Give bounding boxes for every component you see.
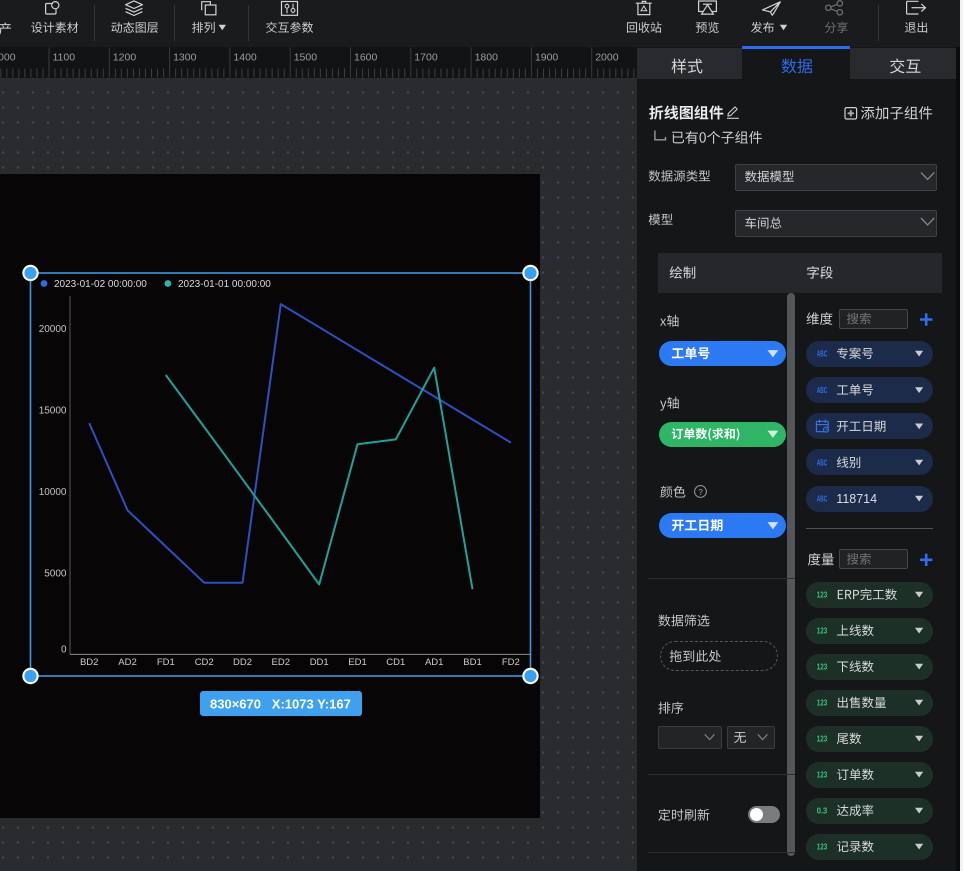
svg-text:AD2: AD2: [118, 657, 136, 668]
svg-text:123: 123: [817, 698, 828, 708]
svg-text:2023-01-01 00:00:00: 2023-01-01 00:00:00: [178, 279, 271, 290]
svg-text:?: ?: [698, 487, 703, 497]
svg-text:123: 123: [817, 626, 828, 636]
svg-text:1000: 1000: [0, 52, 16, 64]
svg-text:AD1: AD1: [425, 657, 443, 668]
svg-text:1600: 1600: [354, 52, 378, 64]
svg-text:1200: 1200: [113, 52, 137, 64]
svg-text:ABC: ABC: [817, 385, 828, 395]
svg-text:CD1: CD1: [386, 657, 405, 668]
svg-text:ABC: ABC: [817, 457, 828, 467]
svg-text:BD2: BD2: [80, 657, 98, 668]
svg-text:2000: 2000: [595, 52, 619, 64]
svg-text:ABC: ABC: [817, 494, 828, 504]
svg-text:1700: 1700: [414, 52, 438, 64]
svg-text:15000: 15000: [39, 406, 67, 417]
svg-text:1800: 1800: [475, 52, 499, 64]
svg-text:CD2: CD2: [195, 657, 214, 668]
svg-text:1100: 1100: [53, 52, 76, 64]
svg-text:1500: 1500: [294, 52, 318, 64]
svg-text:123: 123: [817, 662, 828, 672]
svg-text:20000: 20000: [39, 324, 67, 335]
svg-text:2023-01-02 00:00:00: 2023-01-02 00:00:00: [54, 279, 147, 290]
svg-text:ED1: ED1: [348, 657, 366, 668]
svg-text:1300: 1300: [173, 52, 197, 64]
svg-text:123: 123: [817, 590, 828, 600]
svg-text:DD2: DD2: [233, 657, 252, 668]
svg-text:BD1: BD1: [463, 657, 481, 668]
svg-text:118714: 118714: [836, 492, 877, 506]
svg-text:830×670 X:1073 Y:167: 830×670 X:1073 Y:167: [210, 696, 351, 711]
svg-text:0.3: 0.3: [817, 806, 828, 816]
svg-text:123: 123: [817, 734, 828, 744]
svg-text:ED2: ED2: [272, 657, 290, 668]
svg-text:10000: 10000: [39, 487, 67, 498]
svg-text:1900: 1900: [535, 52, 559, 64]
svg-text:123: 123: [817, 842, 828, 852]
svg-text:5000: 5000: [44, 569, 67, 580]
svg-text:1400: 1400: [233, 52, 257, 64]
svg-text:FD1: FD1: [157, 657, 175, 668]
svg-text:123: 123: [817, 770, 828, 780]
svg-text:FD2: FD2: [502, 657, 520, 668]
svg-text:DD1: DD1: [310, 657, 329, 668]
svg-text:ABC: ABC: [817, 349, 828, 359]
svg-text:0: 0: [61, 645, 67, 656]
